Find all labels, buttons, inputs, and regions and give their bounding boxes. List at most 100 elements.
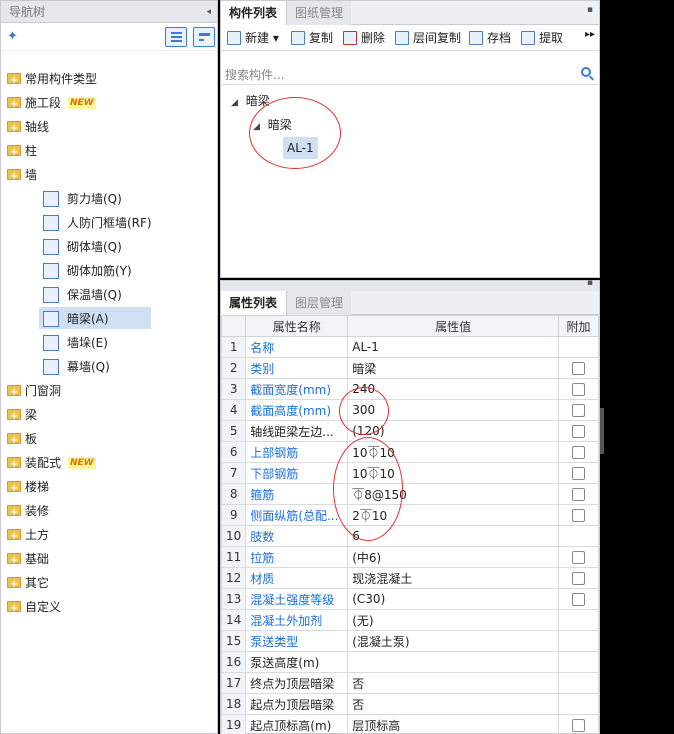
extra-cell	[558, 609, 599, 631]
sidebar-item[interactable]: 门窗洞	[1, 379, 217, 405]
property-value[interactable]: 否	[347, 693, 560, 715]
table-row[interactable]: 4 截面高度(mm) 300	[220, 399, 599, 421]
folder-icon	[7, 93, 21, 117]
folder-icon	[7, 117, 21, 141]
tab-component-list[interactable]: 构件列表	[221, 1, 287, 25]
extra-checkbox[interactable]	[572, 719, 586, 732]
extra-checkbox[interactable]	[572, 425, 586, 438]
row-number: 2	[220, 357, 247, 379]
extra-checkbox[interactable]	[572, 404, 586, 417]
table-row[interactable]: 10 肢数 6	[220, 525, 599, 547]
copy-button[interactable]: 复制	[291, 29, 333, 47]
grid-view-button[interactable]	[193, 27, 215, 47]
table-row[interactable]: 3 截面宽度(mm) 240	[220, 378, 599, 400]
save-button[interactable]: 存档	[469, 29, 511, 47]
sidebar-item[interactable]: 装修	[1, 499, 217, 525]
extra-checkbox[interactable]	[572, 467, 586, 480]
search-icon[interactable]	[581, 67, 591, 77]
property-value[interactable]: 否	[347, 672, 560, 694]
new-button[interactable]: 新建 ▾	[227, 29, 279, 47]
table-row[interactable]: 14 混凝土外加剂 (无)	[220, 609, 599, 631]
sidebar-item-label: 砌体加筋(Y)	[67, 264, 132, 278]
table-row[interactable]: 11 拉筋 (中6)	[220, 546, 599, 568]
delete-button[interactable]: 删除	[343, 29, 385, 47]
sidebar-item[interactable]: 土方	[1, 523, 217, 549]
extra-checkbox[interactable]	[572, 551, 586, 564]
sidebar-item[interactable]: 砌体加筋(Y)	[1, 259, 217, 283]
property-name: 起点为顶层暗梁	[245, 693, 349, 715]
sidebar-item[interactable]: 板	[1, 427, 217, 453]
property-value[interactable]: AL-1	[347, 336, 560, 358]
collapse-icon[interactable]: ◢	[231, 98, 238, 108]
sidebar-item[interactable]: 暗梁(A)	[1, 307, 217, 331]
property-value[interactable]: (混凝土泵)	[347, 630, 560, 652]
extra-checkbox[interactable]	[572, 509, 586, 522]
sidebar-item-label: 基础	[25, 552, 50, 566]
sidebar-item[interactable]: 人防门框墙(RF)	[1, 211, 217, 235]
tab-layer-management[interactable]: 图层管理	[287, 291, 351, 315]
sidebar-item[interactable]: 砌体墙(Q)	[1, 235, 217, 259]
extra-checkbox[interactable]	[572, 488, 586, 501]
row-number: 16	[220, 651, 247, 673]
table-row[interactable]: 19 起点顶标高(m) 层顶标高	[220, 714, 599, 734]
extra-checkbox[interactable]	[572, 362, 586, 375]
sidebar-item[interactable]: 基础	[1, 547, 217, 573]
table-row[interactable]: 7 下部钢筋 10⏁10	[220, 462, 599, 484]
table-row[interactable]: 8 箍筋 ⏁8@150	[220, 483, 599, 505]
sidebar-item-label: 暗梁(A)	[67, 312, 109, 326]
property-value[interactable]: (C30)	[347, 588, 560, 610]
table-row[interactable]: 5 轴线距梁左边... (120)	[220, 420, 599, 442]
list-view-button[interactable]	[165, 27, 187, 47]
search-input[interactable]: 搜索构件...	[225, 66, 284, 83]
table-row[interactable]: 17 终点为顶层暗梁否	[220, 672, 599, 694]
add-sparkle-icon[interactable]: ✦	[7, 29, 18, 44]
pin-icon[interactable]: ◂	[206, 1, 211, 23]
table-row[interactable]: 6 上部钢筋 10⏁10	[220, 441, 599, 463]
tab-property-list[interactable]: 属性列表	[221, 291, 287, 315]
extract-button[interactable]: 提取	[521, 29, 563, 47]
table-row[interactable]: 2 类别 暗梁	[220, 357, 599, 379]
property-value[interactable]: 暗梁	[347, 357, 560, 379]
table-row[interactable]: 12 材质 现浇混凝土	[220, 567, 599, 589]
extra-checkbox[interactable]	[572, 593, 586, 606]
sidebar-item[interactable]: 轴线	[1, 115, 217, 141]
tab-drawing-management[interactable]: 图纸管理	[287, 1, 351, 25]
property-value[interactable]: 层顶标高	[347, 714, 560, 734]
table-row[interactable]: 18 起点为顶层暗梁否	[220, 693, 599, 715]
table-row[interactable]: 13 混凝土强度等级 (C30)	[220, 588, 599, 610]
pin-icon[interactable]: ▪	[587, 278, 593, 288]
extra-checkbox[interactable]	[572, 572, 586, 585]
shear-wall-icon	[43, 191, 59, 207]
sidebar-item-label: 柱	[25, 144, 38, 158]
table-row[interactable]: 9 侧面纵筋(总配... 2⏁10	[220, 504, 599, 526]
sidebar-item[interactable]: 其它	[1, 571, 217, 597]
sidebar-item[interactable]: 自定义	[1, 595, 217, 621]
table-row[interactable]: 16 泵送高度(m)	[220, 651, 599, 673]
property-value[interactable]: (无)	[347, 609, 560, 631]
more-icon[interactable]: ▸▸	[585, 29, 595, 40]
table-row[interactable]: 15 泵送类型 (混凝土泵)	[220, 630, 599, 652]
sidebar-item[interactable]: 幕墙(Q)	[1, 355, 217, 379]
sidebar-item[interactable]: 装配式 NEW	[1, 451, 217, 477]
sidebar-item[interactable]: 梁	[1, 403, 217, 429]
table-row[interactable]: 1 名称 AL-1	[220, 336, 599, 358]
sidebar-item[interactable]: 保温墙(Q)	[1, 283, 217, 307]
floor-copy-button[interactable]: 层间复制	[395, 29, 461, 47]
sidebar-item[interactable]: 墙垛(E)	[1, 331, 217, 355]
close-panel-icon[interactable]: ▪	[587, 5, 593, 15]
property-value[interactable]	[347, 651, 560, 673]
sidebar-item[interactable]: 柱	[1, 139, 217, 165]
extra-checkbox[interactable]	[572, 383, 586, 396]
extra-checkbox[interactable]	[572, 446, 586, 459]
sidebar-item[interactable]: 剪力墙(Q)	[1, 187, 217, 211]
property-value[interactable]: 现浇混凝土	[347, 567, 560, 589]
component-search[interactable]: 搜索构件...	[221, 63, 599, 85]
sidebar-item[interactable]: 常用构件类型	[1, 67, 217, 93]
vertical-scrollbar[interactable]	[600, 408, 604, 454]
sidebar-item[interactable]: 施工段 NEW	[1, 91, 217, 117]
sidebar-item[interactable]: 墙	[1, 163, 217, 189]
property-value[interactable]: (中6)	[347, 546, 560, 568]
navigation-tree-panel: 导航树 ◂ ✦ 常用构件类型施工段 NEW 轴线柱墙剪力墙(Q) 人防门框墙(RF) 砌…	[0, 0, 218, 734]
row-number: 15	[220, 630, 247, 652]
sidebar-item[interactable]: 楼梯	[1, 475, 217, 501]
